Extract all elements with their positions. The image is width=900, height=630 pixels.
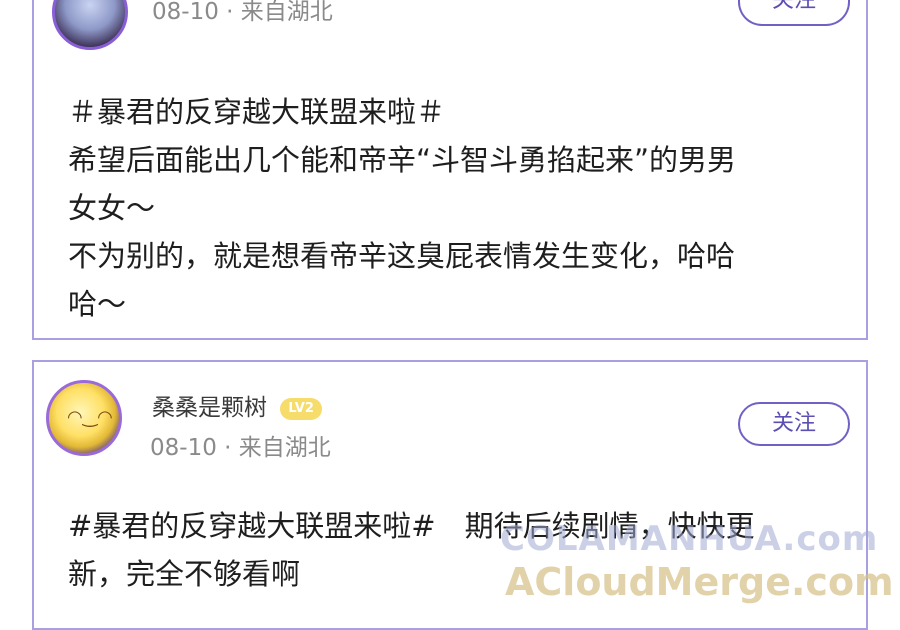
username-text: 桑桑是颗树 <box>152 395 267 421</box>
post-content-line: 不为别的，就是想看帝辛这臭屁表情发生变化，哈哈 <box>68 239 736 273</box>
post-meta: 08-10 · 来自湖北 <box>152 0 333 26</box>
post-location: 来自湖北 <box>240 0 333 25</box>
watermark-colamanhua: COLAMANHUA.com <box>500 519 879 559</box>
post-location: 来自湖北 <box>238 435 331 461</box>
watermark-acloudmerge: ACloudMerge.com <box>505 560 894 604</box>
post-date: 08-10 <box>150 435 217 461</box>
post-content-line: 哈～ <box>68 287 127 321</box>
post-content-line: ＃暴君的反穿越大联盟来啦＃ <box>68 95 446 129</box>
avatar[interactable]: ◠‿◠ <box>46 380 122 456</box>
follow-button[interactable]: 关注 <box>738 0 850 26</box>
meta-separator: · <box>226 0 234 25</box>
post-meta: 08-10 · 来自湖北 <box>150 428 331 462</box>
avatar[interactable] <box>52 0 128 50</box>
emoji-face-icon: ◠‿◠ <box>67 407 113 428</box>
post-content-line: 希望后面能出几个能和帝辛“斗智斗勇掐起来”的男男 <box>68 143 737 177</box>
level-badge: LV2 <box>280 397 322 420</box>
post-card-1: 08-10 · 来自湖北 关注 ＃暴君的反穿越大联盟来啦＃ 希望后面能出几个能和… <box>32 0 868 340</box>
username[interactable]: 桑桑是颗树 LV2 <box>152 388 322 422</box>
follow-button[interactable]: 关注 <box>738 402 850 446</box>
meta-separator: · <box>224 435 232 461</box>
post-content-line: 女女～ <box>68 191 156 225</box>
post-content: ＃暴君的反穿越大联盟来啦＃ 希望后面能出几个能和帝辛“斗智斗勇掐起来”的男男 女… <box>68 88 848 328</box>
post-date: 08-10 <box>152 0 219 25</box>
